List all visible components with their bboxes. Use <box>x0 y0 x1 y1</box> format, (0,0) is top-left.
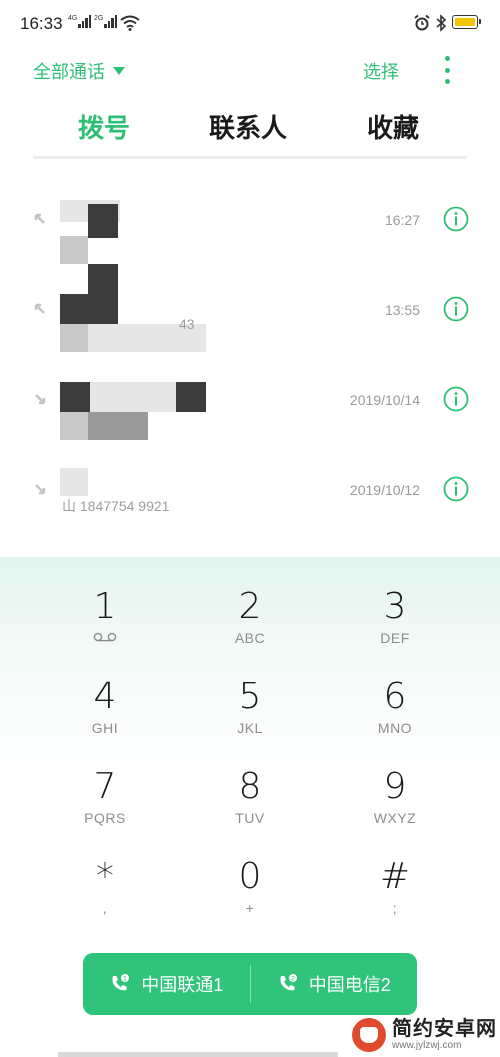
status-bar: 16:33 4G 2G <box>0 0 500 48</box>
tab-bar: 拨号 联系人 收藏 <box>33 108 467 148</box>
outgoing-call-icon <box>34 213 45 224</box>
call-time: 13:55 <box>384 302 420 318</box>
call-sim2-button[interactable]: 2 中国电信2 <box>251 953 418 1015</box>
sim2-label: 中国电信2 <box>308 975 391 995</box>
redacted-name <box>60 294 118 324</box>
bottom-strip <box>58 1052 338 1057</box>
incoming-call-icon <box>35 394 46 405</box>
dialpad-key-1[interactable]: 1 <box>45 587 165 677</box>
call-log-item[interactable]: 山 1847754 9921 2019/10/12 <box>0 450 500 540</box>
status-time: 16:33 <box>20 14 63 33</box>
info-icon[interactable] <box>443 386 469 412</box>
dialpad-key-4[interactable]: 4 GHI <box>45 677 165 767</box>
call-log-item[interactable]: 2019/10/14 <box>0 360 500 450</box>
phone-sim2-icon: 2 <box>280 974 297 991</box>
incoming-call-icon <box>35 484 46 495</box>
dialpad-key-2[interactable]: 2 ABC <box>190 587 310 677</box>
call-time: 2019/10/14 <box>349 392 420 408</box>
sim-call-bar: 1 中国联通1 2 中国电信2 <box>83 953 417 1015</box>
info-icon[interactable] <box>443 206 469 232</box>
select-button[interactable]: 选择 <box>363 58 399 84</box>
voicemail-icon <box>93 632 117 642</box>
dialpad-key-hash[interactable]: # ; <box>335 857 455 947</box>
phone-sim1-icon: 1 <box>112 974 130 991</box>
call-log-list: 16:27 43 13:55 2019/10/14 山 1847754 9921… <box>0 180 500 560</box>
dialpad-key-7[interactable]: 7 PQRS <box>45 767 165 857</box>
dialpad-key-5[interactable]: 5 JKL <box>190 677 310 767</box>
signal-2g-icon: 2G <box>94 15 118 28</box>
dialpad-key-8[interactable]: 8 TUV <box>190 767 310 857</box>
call-sim1-button[interactable]: 1 中国联通1 <box>83 953 250 1015</box>
call-filter-label: 全部通话 <box>33 62 105 82</box>
dialpad-key-3[interactable]: 3 DEF <box>335 587 455 677</box>
call-log-item[interactable]: 43 13:55 <box>0 264 500 360</box>
chevron-down-icon <box>113 67 125 75</box>
dialpad-key-6[interactable]: 6 MNO <box>335 677 455 767</box>
watermark-url: www.jylzwj.com <box>392 1040 462 1051</box>
call-time: 16:27 <box>384 212 420 228</box>
redacted-number: 43 <box>179 316 195 332</box>
call-filter-dropdown[interactable]: 全部通话 <box>33 58 125 84</box>
sim1-label: 中国联通1 <box>141 975 224 995</box>
watermark-title: 简约安卓网 <box>392 1018 497 1040</box>
dialpad-key-9[interactable]: 9 WXYZ <box>335 767 455 857</box>
svg-text:1: 1 <box>123 975 127 983</box>
redacted-name <box>60 468 88 496</box>
watermark-android-logo-icon <box>352 1018 386 1052</box>
dialpad-key-0[interactable]: 0 + <box>190 857 310 947</box>
redacted-number: 山 1847754 9921 <box>62 498 170 514</box>
outgoing-call-icon <box>34 303 45 314</box>
alarm-icon <box>414 14 430 31</box>
signal-4g-icon: 4G <box>68 15 92 28</box>
bluetooth-icon <box>436 14 447 32</box>
svg-text:2: 2 <box>291 975 295 983</box>
more-options-icon[interactable] <box>442 56 452 84</box>
info-icon[interactable] <box>443 296 469 322</box>
tab-dialer[interactable]: 拨号 <box>78 108 130 145</box>
wifi-icon <box>120 15 140 31</box>
call-time: 2019/10/12 <box>349 482 420 498</box>
redacted-name <box>60 382 90 412</box>
tab-favorites[interactable]: 收藏 <box>367 108 419 145</box>
battery-icon <box>452 15 481 29</box>
tab-divider <box>33 156 467 159</box>
call-log-item[interactable]: 16:27 <box>0 180 500 270</box>
watermark: 简约安卓网 www.jylzwj.com <box>352 1018 497 1052</box>
info-icon[interactable] <box>443 476 469 502</box>
tab-contacts[interactable]: 联系人 <box>209 108 287 145</box>
dialpad-key-star[interactable]: * , <box>45 857 165 947</box>
